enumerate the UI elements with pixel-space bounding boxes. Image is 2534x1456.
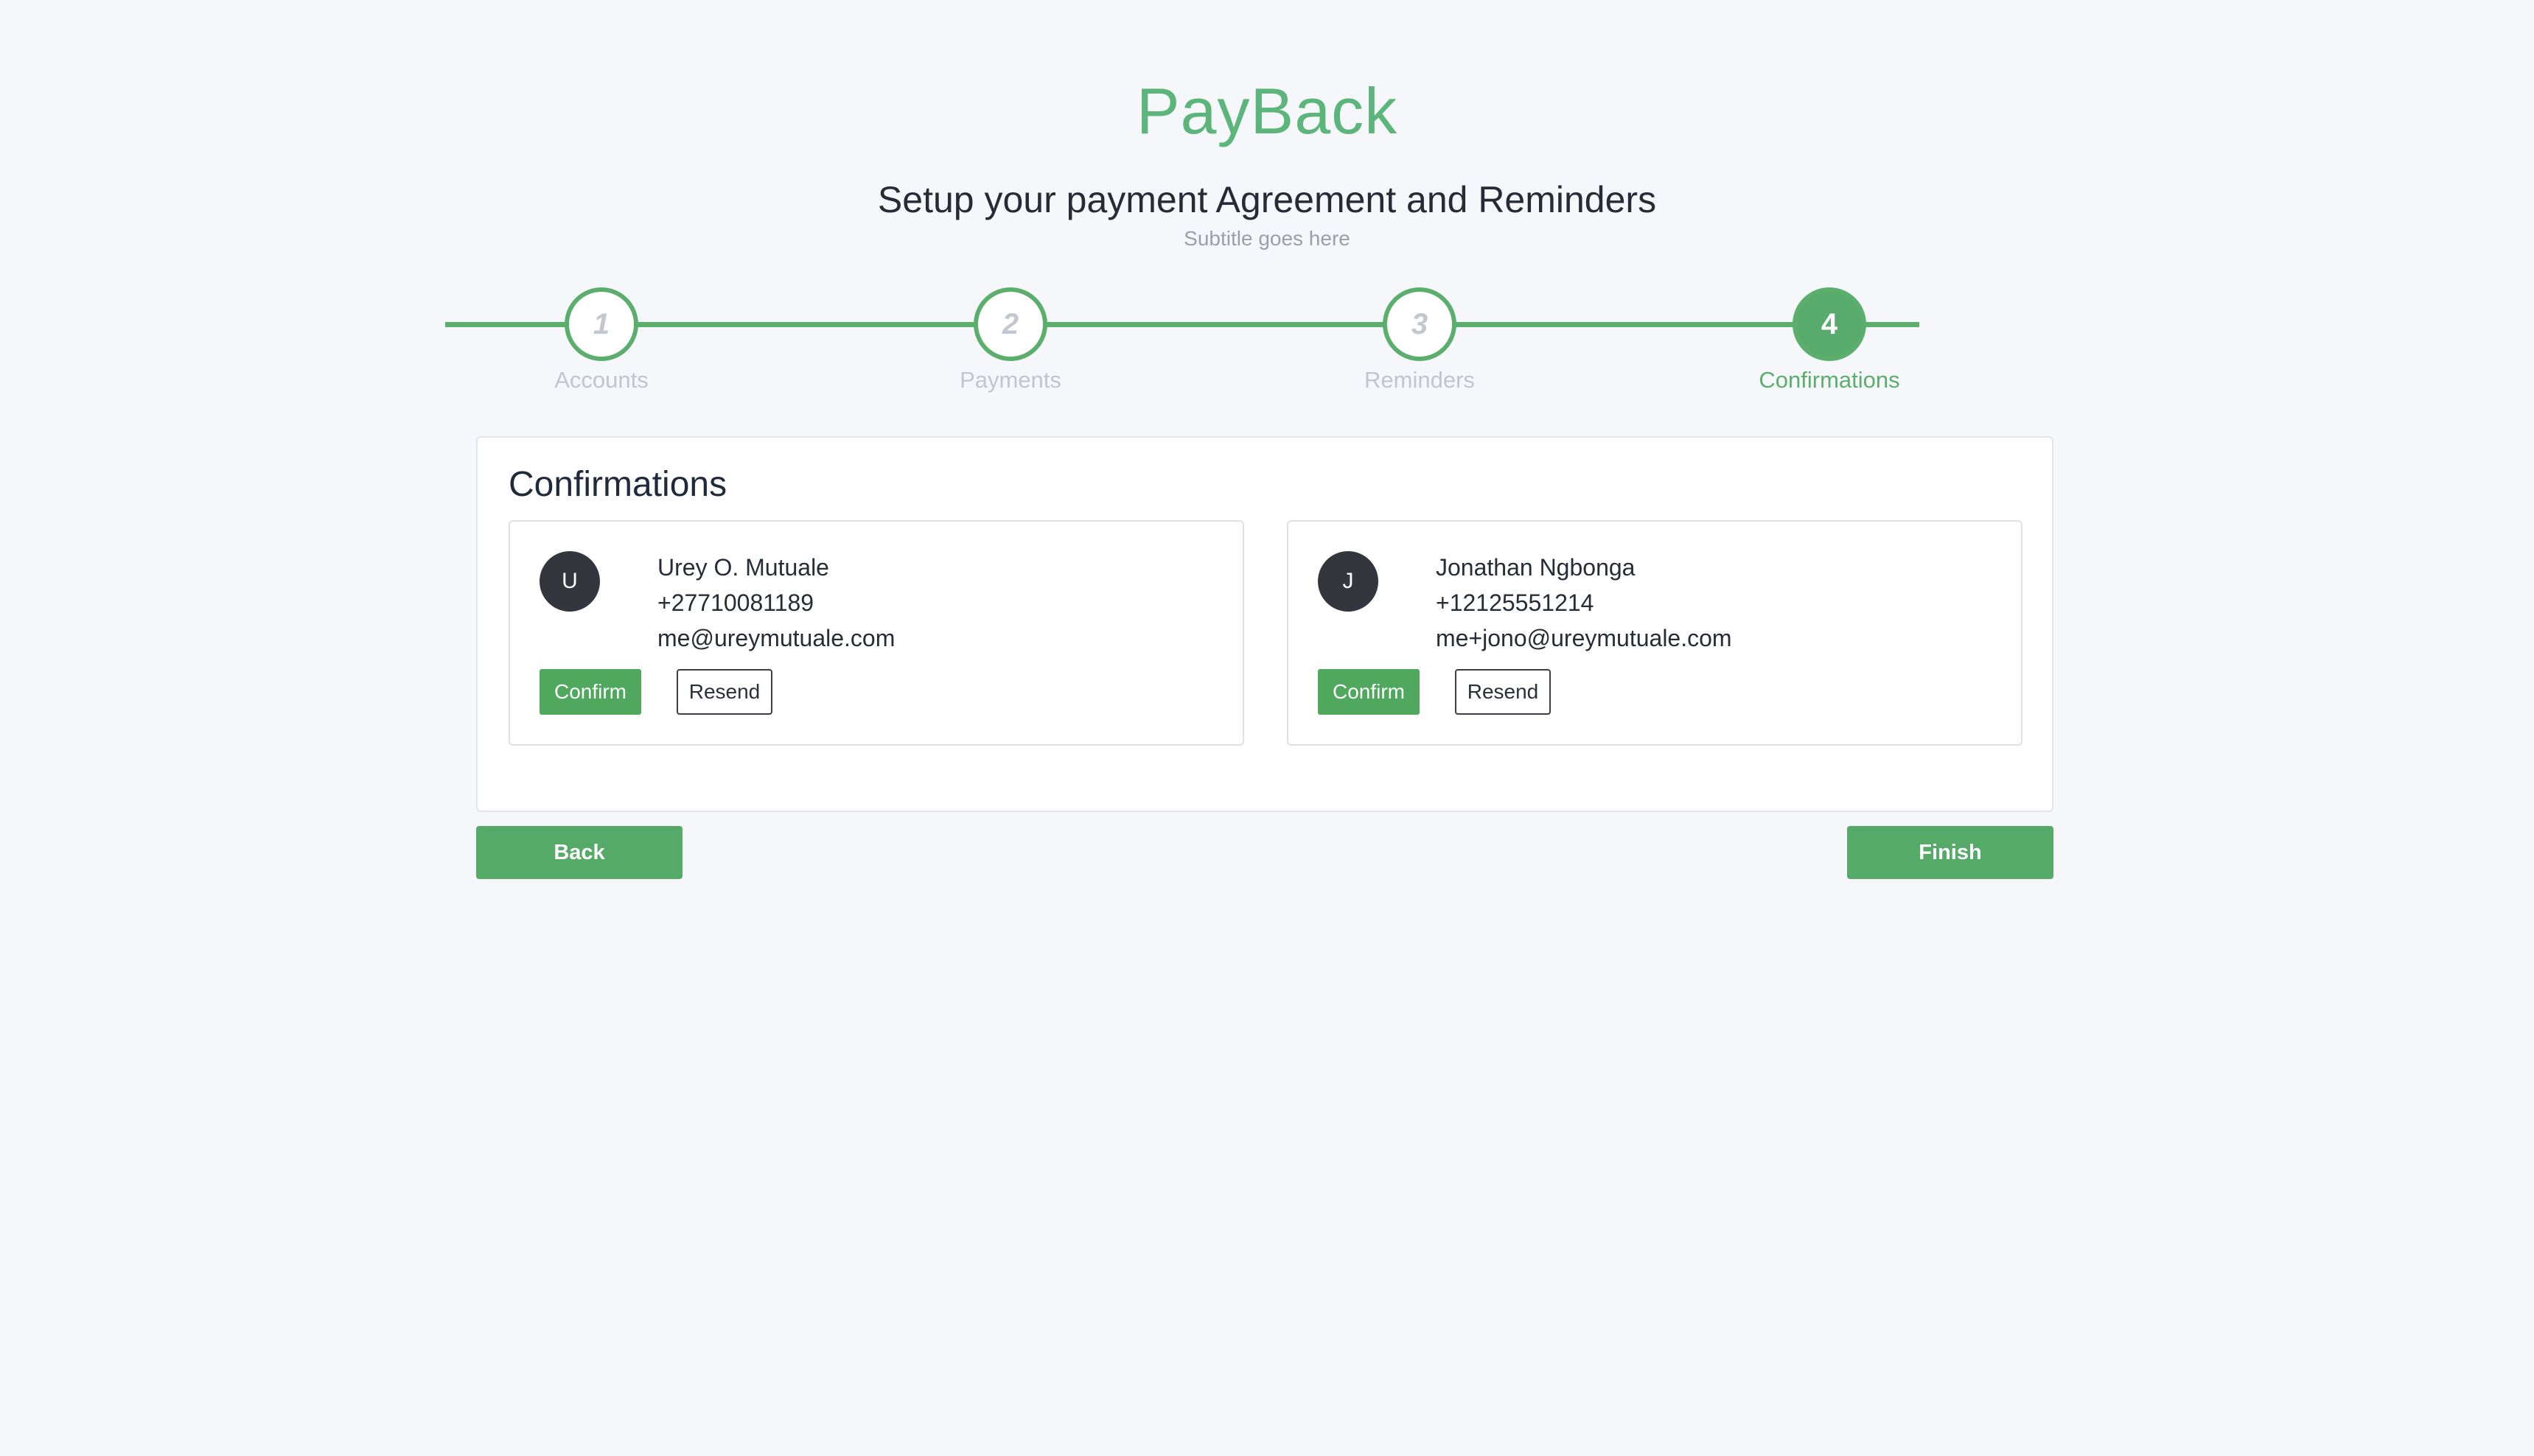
confirmations-card: Confirmations U Urey O. Mutuale +2771008… bbox=[476, 436, 2053, 812]
step-number: 1 bbox=[565, 287, 638, 361]
confirm-button[interactable]: Confirm bbox=[1318, 669, 1420, 715]
contact-name: Jonathan Ngbonga bbox=[1436, 554, 1636, 581]
brand-title: PayBack bbox=[1136, 74, 1398, 147]
card-title: Confirmations bbox=[509, 465, 727, 504]
step-number: 3 bbox=[1383, 287, 1456, 361]
contact-phone: +27710081189 bbox=[657, 589, 814, 616]
contact-info: Urey O. Mutuale +27710081189 me@ureymutu… bbox=[657, 550, 895, 656]
progress-stepper: 1 Accounts 2 Payments 3 Reminders 4 Conf… bbox=[445, 287, 1919, 398]
contact-phone: +12125551214 bbox=[1436, 589, 1594, 616]
step-label: Accounts bbox=[554, 367, 649, 393]
step-number: 4 bbox=[1793, 287, 1866, 361]
step-confirmations[interactable]: 4 Confirmations bbox=[1734, 287, 1925, 398]
contact-info: Jonathan Ngbonga +12125551214 me+jono@ur… bbox=[1436, 550, 1732, 656]
page-subtitle: Subtitle goes here bbox=[1184, 227, 1350, 250]
resend-button[interactable]: Resend bbox=[1455, 669, 1551, 715]
contact-card: J Jonathan Ngbonga +12125551214 me+jono@… bbox=[1287, 520, 2022, 746]
step-label: Payments bbox=[960, 367, 1061, 393]
resend-button[interactable]: Resend bbox=[677, 669, 772, 715]
back-button[interactable]: Back bbox=[476, 826, 683, 879]
avatar: U bbox=[540, 551, 600, 612]
confirm-button[interactable]: Confirm bbox=[540, 669, 641, 715]
page-heading: Setup your payment Agreement and Reminde… bbox=[877, 179, 1657, 220]
contact-email: me@ureymutuale.com bbox=[657, 625, 896, 651]
page: PayBack Setup your payment Agreement and… bbox=[0, 0, 2534, 1456]
avatar: J bbox=[1318, 551, 1378, 612]
contact-name: Urey O. Mutuale bbox=[657, 554, 829, 581]
step-reminders[interactable]: 3 Reminders bbox=[1324, 287, 1515, 398]
step-payments[interactable]: 2 Payments bbox=[915, 287, 1106, 398]
contact-card: U Urey O. Mutuale +27710081189 me@ureymu… bbox=[509, 520, 1244, 746]
step-number: 2 bbox=[974, 287, 1047, 361]
step-label: Confirmations bbox=[1759, 367, 1900, 393]
contact-email: me+jono@ureymutuale.com bbox=[1436, 625, 1732, 651]
step-accounts[interactable]: 1 Accounts bbox=[506, 287, 697, 398]
finish-button[interactable]: Finish bbox=[1847, 826, 2053, 879]
step-label: Reminders bbox=[1364, 367, 1475, 393]
